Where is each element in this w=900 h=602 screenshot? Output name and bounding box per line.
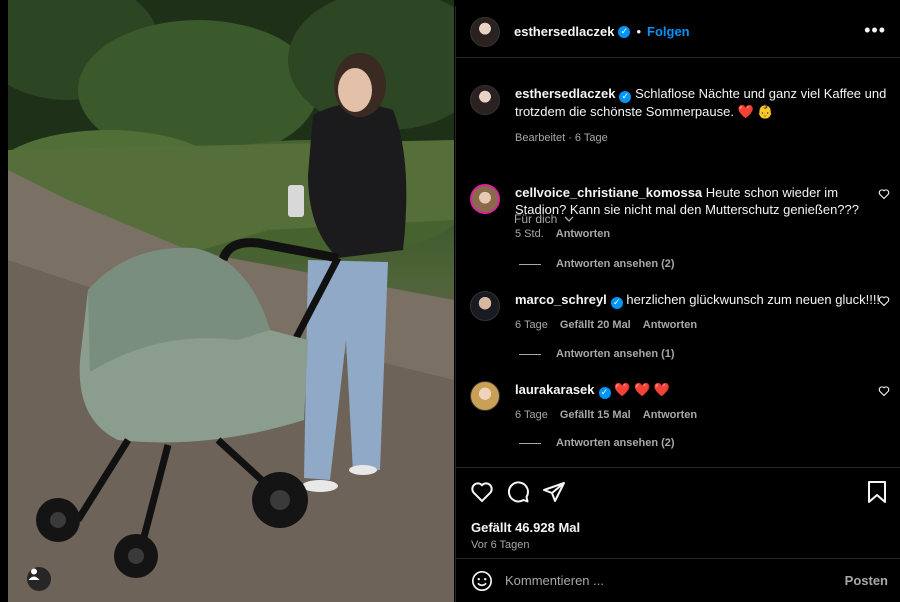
caption-meta: Bearbeitet · 6 Tage <box>515 131 608 144</box>
comment-text: herzlichen glückwunsch zum neuen gluck!!… <box>626 292 881 307</box>
post-timestamp[interactable]: Vor 6 Tagen <box>471 539 530 551</box>
heart-icon[interactable] <box>878 295 890 307</box>
comment-icon[interactable] <box>506 480 530 504</box>
post-actions: Gefällt 46.928 Mal Vor 6 Tagen <box>456 467 900 555</box>
heart-icon[interactable] <box>470 480 494 504</box>
post-comment-button[interactable]: Posten <box>845 573 888 588</box>
post-header: esthersedlaczek ✓ • Folgen ••• <box>456 6 900 58</box>
comment-composer: Kommentieren ... Posten <box>456 558 900 602</box>
caption-emojis: ❤️ 👶 <box>737 103 774 119</box>
caption-author-avatar[interactable] <box>470 85 500 115</box>
view-replies-label: Antworten ansehen (2) <box>556 258 675 270</box>
replies-divider <box>519 263 541 265</box>
heart-icon[interactable] <box>878 188 890 200</box>
replies-divider <box>519 353 541 355</box>
post-caption: esthersedlaczek ✓ Schlaflose Nächte und g… <box>470 85 890 144</box>
comment-likes[interactable]: Gefällt 15 Mal <box>560 409 631 421</box>
comment-username[interactable]: laurakarasek <box>515 382 595 397</box>
view-replies-label: Antworten ansehen (2) <box>556 437 675 449</box>
comment-avatar[interactable] <box>470 184 500 214</box>
replies-divider <box>519 442 541 444</box>
comment-text: ❤️ ❤️ ❤️ <box>614 382 670 397</box>
reply-button[interactable]: Antworten <box>556 228 610 240</box>
comment-avatar[interactable] <box>470 381 500 411</box>
author-avatar[interactable] <box>470 16 500 47</box>
user-tag-button[interactable] <box>27 567 51 591</box>
post-photo[interactable] <box>8 0 454 602</box>
emoji-icon[interactable] <box>471 570 493 592</box>
verified-icon: ✓ <box>610 296 623 309</box>
verified-icon: ✓ <box>618 25 631 38</box>
view-replies-button[interactable]: Antworten ansehen (2) <box>519 258 675 270</box>
view-replies-button[interactable]: Antworten ansehen (2) <box>519 437 675 449</box>
comment-item: marco_schreyl ✓ herzlichen glückwunsch zu… <box>470 291 890 331</box>
verified-icon: ✓ <box>598 386 611 399</box>
more-options-button[interactable]: ••• <box>864 20 886 41</box>
comment-time: 6 Tage <box>515 408 548 421</box>
heart-icon[interactable] <box>878 385 890 397</box>
comment-username[interactable]: cellvoice_christiane_komossa <box>515 185 702 200</box>
view-replies-label: Antworten ansehen (1) <box>556 348 675 360</box>
photo-illustration <box>8 0 454 602</box>
comment-username[interactable]: marco_schreyl <box>515 292 607 307</box>
verified-icon: ✓ <box>619 90 632 103</box>
view-replies-button[interactable]: Antworten ansehen (1) <box>519 348 675 360</box>
comment-avatar[interactable] <box>470 291 500 321</box>
author-username[interactable]: esthersedlaczek <box>514 24 614 39</box>
comment-time: 6 Tage <box>515 318 548 331</box>
separator-dot: • <box>636 24 642 39</box>
reply-button[interactable]: Antworten <box>643 319 697 331</box>
comment-item: cellvoice_christiane_komossa Heute schon… <box>470 184 890 240</box>
bookmark-icon[interactable] <box>866 480 888 504</box>
reply-button[interactable]: Antworten <box>643 409 697 421</box>
comment-time: 5 Std. <box>515 228 544 240</box>
user-tag-icon <box>28 568 40 580</box>
follow-button[interactable]: Folgen <box>647 24 690 39</box>
comments-scroll-area[interactable]: esthersedlaczek ✓ Schlaflose Nächte und g… <box>456 59 900 467</box>
comment-item: laurakarasek ✓ ❤️ ❤️ ❤️ 6 Tage Gefällt 15… <box>470 381 890 421</box>
comment-input[interactable]: Kommentieren ... <box>505 573 845 588</box>
caption-username[interactable]: esthersedlaczek <box>515 86 615 101</box>
likes-count[interactable]: Gefällt 46.928 Mal <box>471 520 580 535</box>
share-icon[interactable] <box>542 480 566 504</box>
post-side-panel: esthersedlaczek ✓ • Folgen ••• esthersed… <box>455 6 900 602</box>
comment-likes[interactable]: Gefällt 20 Mal <box>560 319 631 331</box>
